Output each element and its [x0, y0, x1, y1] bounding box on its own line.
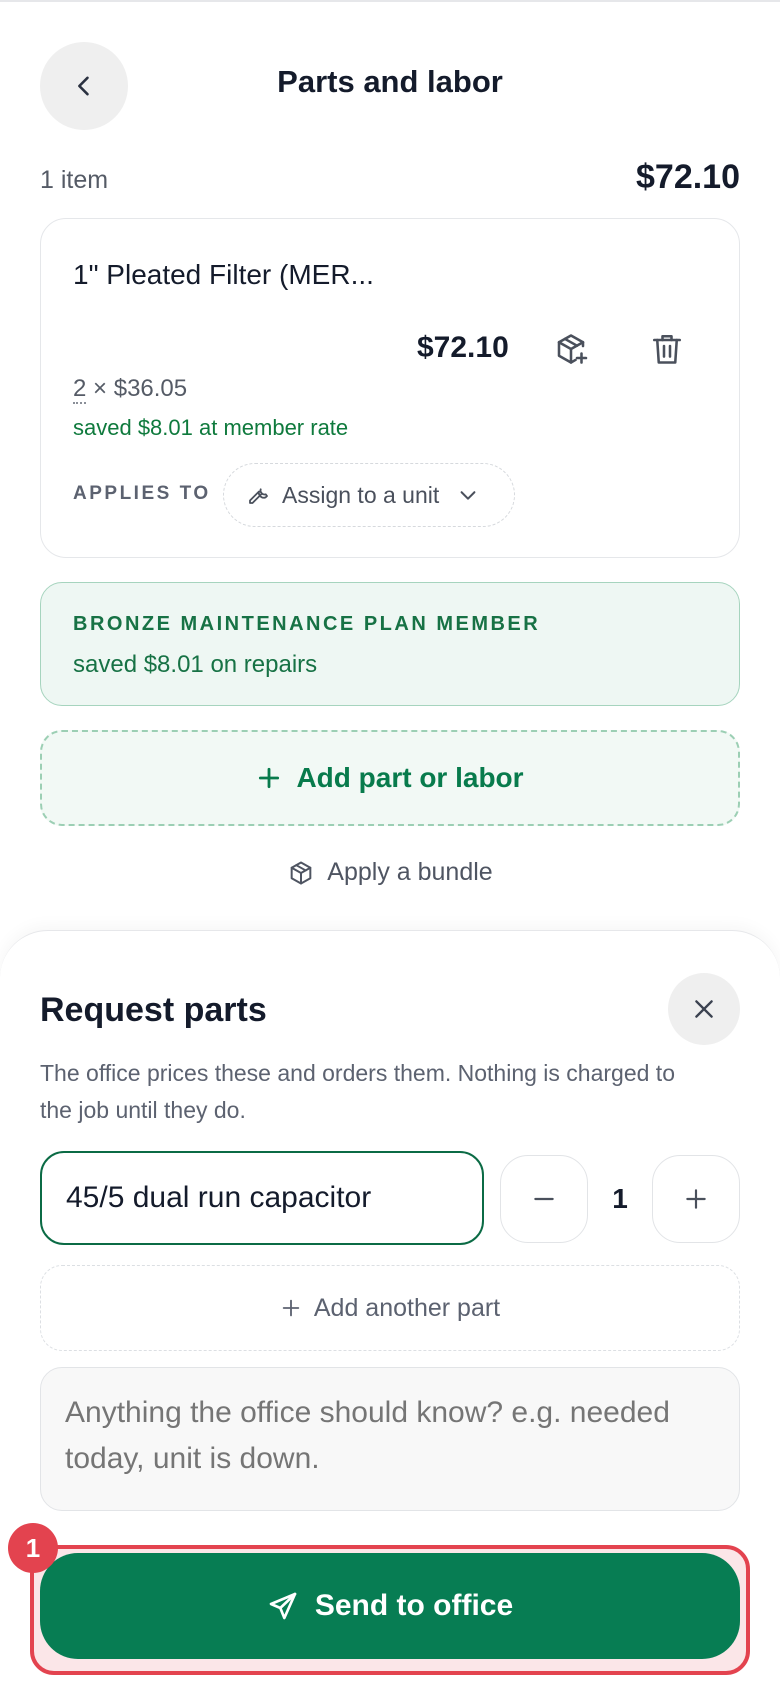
add-part-label: Add part or labor: [296, 762, 524, 793]
page-title: Parts and labor: [277, 64, 503, 99]
unit-price: × $36.05: [93, 375, 188, 402]
assign-unit-button[interactable]: Assign to a unit: [223, 463, 515, 527]
request-parts-sheet: Request parts The office prices these an…: [0, 930, 780, 1688]
top-divider: [0, 0, 780, 2]
plus-icon: [259, 767, 280, 789]
item-quantity[interactable]: 2: [73, 375, 87, 404]
item-name[interactable]: 1" Pleated Filter (MER...: [73, 259, 374, 291]
send-label: Send to office: [314, 1589, 514, 1622]
sheet-title: Request parts: [40, 991, 267, 1029]
close-icon: [695, 1000, 713, 1018]
close-button[interactable]: [668, 973, 740, 1045]
send-icon: [269, 1592, 297, 1620]
apply-bundle-button[interactable]: Apply a bundle: [0, 858, 780, 887]
membership-savings: saved $8.01 on repairs: [73, 651, 318, 678]
notes-textarea[interactable]: [40, 1367, 740, 1511]
chevron-down-icon: [460, 491, 476, 500]
assign-unit-label: Assign to a unit: [282, 481, 440, 508]
quantity-increment-button[interactable]: [652, 1155, 740, 1243]
quantity-decrement-button[interactable]: [500, 1155, 588, 1243]
membership-title: BRONZE MAINTENANCE PLAN MEMBER: [73, 613, 541, 635]
order-total: $72.10: [636, 158, 740, 196]
plus-icon: [282, 1299, 300, 1317]
add-another-label: Add another part: [313, 1293, 501, 1322]
quantity-line: 2 × $36.05: [73, 375, 188, 404]
wrench-icon: [249, 488, 268, 504]
quantity-value: 1: [612, 1183, 628, 1214]
part-name-input[interactable]: [40, 1151, 484, 1245]
package-icon: [290, 861, 312, 884]
item-price: $72.10: [417, 331, 509, 364]
apply-bundle-label: Apply a bundle: [327, 858, 493, 886]
step-badge: 1: [8, 1523, 58, 1573]
item-count: 1 item: [40, 166, 109, 194]
package-plus-icon[interactable]: [553, 331, 589, 367]
send-to-office-button[interactable]: Send to office: [40, 1553, 740, 1659]
member-savings-text: saved $8.01 at member rate: [73, 415, 349, 440]
minus-icon: [534, 1197, 554, 1201]
membership-banner: BRONZE MAINTENANCE PLAN MEMBER saved $8.…: [40, 582, 740, 706]
sheet-description: The office prices these and orders them.…: [40, 1060, 675, 1123]
add-another-part-button[interactable]: Add another part: [40, 1265, 740, 1351]
plus-icon: [686, 1189, 706, 1209]
line-item-card: 1" Pleated Filter (MER... $72.10 2 × $36…: [40, 218, 740, 558]
trash-icon[interactable]: [649, 331, 685, 367]
applies-to-label: APPLIES TO: [73, 483, 211, 504]
add-part-or-labor-button[interactable]: Add part or labor: [40, 730, 740, 826]
